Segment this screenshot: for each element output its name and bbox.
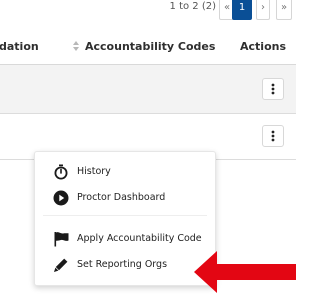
menu-item-set-reporting-orgs[interactable]: Set Reporting Orgs bbox=[35, 254, 215, 276]
menu-item-apply-accountability-code[interactable]: Apply Accountability Code bbox=[35, 228, 215, 250]
red-arrow-annotation bbox=[194, 251, 296, 293]
timer-icon bbox=[54, 164, 68, 180]
table-header: dation Accountability Codes Actions bbox=[0, 30, 296, 65]
menu-item-proctor-dashboard[interactable]: Proctor Dashboard bbox=[35, 187, 215, 209]
menu-divider bbox=[43, 215, 207, 216]
pagination-range-text: 1 to 2 (2) bbox=[169, 1, 216, 12]
sort-icon[interactable] bbox=[72, 40, 80, 52]
row-actions-button[interactable] bbox=[262, 78, 284, 100]
next-page-button[interactable]: › bbox=[256, 0, 270, 20]
current-page-button[interactable]: 1 bbox=[232, 0, 252, 20]
table-row bbox=[0, 65, 296, 114]
menu-item-history-label: History bbox=[77, 166, 111, 177]
column-header-dation[interactable]: dation bbox=[0, 30, 39, 64]
menu-item-history[interactable]: History bbox=[35, 161, 215, 183]
pen-icon bbox=[54, 258, 68, 272]
flag-icon bbox=[54, 232, 69, 247]
row-actions-menu: History Proctor Dashboard Apply Accounta… bbox=[34, 151, 216, 286]
column-header-actions: Actions bbox=[240, 40, 286, 53]
menu-item-proctor-dashboard-label: Proctor Dashboard bbox=[77, 192, 166, 203]
row-actions-button[interactable] bbox=[262, 125, 284, 147]
column-header-accountability-codes-label: Accountability Codes bbox=[85, 40, 216, 53]
column-header-accountability-codes[interactable]: Accountability Codes bbox=[72, 30, 215, 64]
last-page-button[interactable]: » bbox=[276, 0, 292, 20]
kebab-menu-icon bbox=[271, 83, 275, 95]
pagination: 1 to 2 (2) « 1 › » bbox=[0, 0, 296, 24]
menu-item-set-reporting-orgs-label: Set Reporting Orgs bbox=[77, 259, 168, 270]
page: 1 to 2 (2) « 1 › » dation Accountability… bbox=[0, 0, 296, 299]
kebab-menu-icon bbox=[271, 130, 275, 142]
play-circle-icon bbox=[53, 190, 69, 206]
menu-item-apply-accountability-code-label: Apply Accountability Code bbox=[77, 233, 202, 244]
